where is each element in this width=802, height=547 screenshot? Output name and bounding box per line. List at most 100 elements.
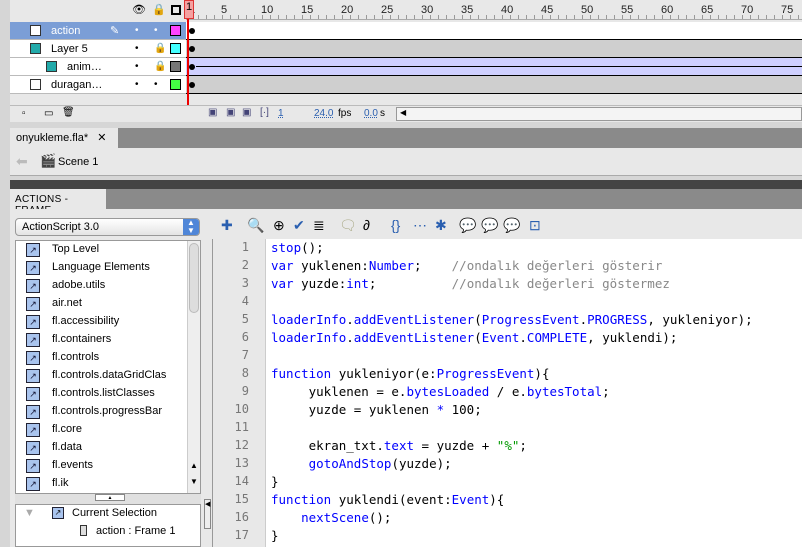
keyframe[interactable] xyxy=(189,28,195,34)
new-folder-icon[interactable]: ▭ xyxy=(44,108,53,119)
auto-format-icon[interactable]: ≣ xyxy=(313,217,325,234)
block-comment-icon[interactable]: 💬 xyxy=(459,217,476,234)
language-select[interactable]: ActionScript 3.0 ▲ ▼ xyxy=(15,218,200,236)
code-line[interactable]: yuklenen = e.bytesLoaded / e.bytesTotal; xyxy=(271,384,610,399)
collapse-pane-button[interactable]: ◀ xyxy=(204,499,211,529)
keyframe[interactable] xyxy=(189,82,195,88)
expand-triangle-icon[interactable]: ▼ xyxy=(24,507,35,519)
check-syntax-icon[interactable]: ✔ xyxy=(293,217,305,234)
visible-dot[interactable]: • xyxy=(135,43,139,54)
close-icon[interactable]: ✕ xyxy=(97,132,106,144)
new-layer-icon[interactable]: ▫ xyxy=(22,108,26,119)
code-line[interactable]: var yuklenen:Number; //ondalık değerleri… xyxy=(271,258,662,273)
eye-icon[interactable]: 👁 xyxy=(132,3,146,16)
script-editor[interactable]: 1 2 3 4 5 6 7 8 9 10 11 12 13 14 15 16 17 stop(); var yuk… xyxy=(212,239,802,547)
pane-splitter[interactable]: ▲ xyxy=(15,494,201,504)
code-line[interactable]: stop(); xyxy=(271,240,324,255)
code-line[interactable]: } xyxy=(271,474,279,489)
toolbox-item[interactable]: ↗ fl.controls.listClasses xyxy=(16,385,188,403)
timeline-hscrollbar[interactable]: ◀ xyxy=(396,107,802,121)
document-tab[interactable]: onyukleme.fla* ✕ xyxy=(10,128,118,148)
onion-skin-icon[interactable]: ▣ xyxy=(208,107,217,118)
toolbox-item[interactable]: ↗ air.net xyxy=(16,295,188,313)
code-line[interactable]: nextScene(); xyxy=(271,510,391,525)
scene-name[interactable]: Scene 1 xyxy=(58,156,98,168)
code-line[interactable]: ekran_txt.text = yuzde + "%"; xyxy=(271,438,527,453)
code-line[interactable]: gotoAndStop(yuzde); xyxy=(271,456,452,471)
frame-ruler[interactable]: 151015202530354045505560657075 xyxy=(186,0,802,20)
lock-icon[interactable]: 🔒 xyxy=(154,61,166,72)
layer-row[interactable]: anim… • 🔒 xyxy=(10,58,186,76)
outline-color-swatch[interactable] xyxy=(170,79,181,90)
expand-all-icon[interactable]: ✱ xyxy=(435,217,447,234)
code-line[interactable]: loaderInfo.addEventListener(Event.COMPLE… xyxy=(271,330,677,345)
trash-icon[interactable]: 🗑 xyxy=(62,107,75,118)
code-line[interactable]: var yuzde:int; //ondalık değerleri göste… xyxy=(271,276,670,291)
code-line[interactable]: yuzde = yuklenen * 100; xyxy=(271,402,482,417)
layer-row[interactable]: Layer 5 • 🔒 xyxy=(10,40,186,58)
remove-comment-icon[interactable]: 💬 xyxy=(503,217,520,234)
onion-outline-icon[interactable]: ▣ xyxy=(226,107,235,118)
scroll-thumb[interactable] xyxy=(189,243,199,313)
target-path-icon[interactable]: ⊕ xyxy=(273,217,285,234)
layer-frames[interactable] xyxy=(186,76,802,94)
outline-color-swatch[interactable] xyxy=(170,25,181,36)
lock-dot[interactable]: • xyxy=(154,25,158,36)
lock-dot[interactable]: • xyxy=(154,79,158,90)
layer-row[interactable]: duragan… • • xyxy=(10,76,186,94)
keyframe[interactable] xyxy=(189,64,195,70)
lock-icon[interactable]: 🔒 xyxy=(154,43,166,54)
code-line[interactable]: function yukleniyor(e:ProgressEvent){ xyxy=(271,366,549,381)
toolbox-item[interactable]: ↗ fl.ik xyxy=(16,475,188,493)
visible-dot[interactable]: • xyxy=(135,79,139,90)
toolbox-scrollbar[interactable]: ▲ ▼ xyxy=(187,241,200,493)
outline-color-swatch[interactable] xyxy=(170,61,181,72)
lock-icon[interactable]: 🔒 xyxy=(152,3,166,16)
toolbox-item[interactable]: ↗ fl.events xyxy=(16,457,188,475)
collapse-selection-icon[interactable]: ⋯ xyxy=(413,217,427,234)
visible-dot[interactable]: • xyxy=(135,61,139,72)
outline-icon[interactable] xyxy=(171,5,181,15)
visible-dot[interactable]: • xyxy=(135,25,139,36)
toolbox-item[interactable]: ↗ fl.controls xyxy=(16,349,188,367)
toolbox-item[interactable]: ↗ fl.containers xyxy=(16,331,188,349)
toolbox-item[interactable]: ↗ fl.core xyxy=(16,421,188,439)
code-line[interactable]: loaderInfo.addEventListener(ProgressEven… xyxy=(271,312,753,327)
code-hint-icon[interactable]: 🗨 xyxy=(339,217,357,234)
toolbox-item[interactable]: ↗ adobe.utils xyxy=(16,277,188,295)
debug-options-icon[interactable]: ∂ xyxy=(363,217,370,233)
keyframe[interactable] xyxy=(189,46,195,52)
toolbox-item[interactable]: ↗ fl.controls.dataGridClas xyxy=(16,367,188,385)
actions-tab[interactable]: ACTIONS - FRAME xyxy=(10,189,106,216)
current-frame[interactable]: 1 xyxy=(278,108,284,119)
code-line[interactable]: } xyxy=(271,528,279,543)
outline-color-swatch[interactable] xyxy=(170,43,181,54)
show-hide-toolbox-icon[interactable]: ⊡ xyxy=(529,217,541,234)
layer-frames[interactable] xyxy=(186,22,802,40)
layer-frames[interactable] xyxy=(186,58,802,76)
collapse-braces-icon[interactable]: {} xyxy=(391,217,400,233)
panel-grip[interactable] xyxy=(10,180,802,189)
scroll-down-icon[interactable]: ▼ xyxy=(190,477,198,486)
current-selection-label[interactable]: Current Selection xyxy=(72,507,157,519)
code-line[interactable]: function yuklendi(event:Event){ xyxy=(271,492,504,507)
edit-multiple-icon[interactable]: ▣ xyxy=(242,107,251,118)
add-statement-icon[interactable]: ✚ xyxy=(221,217,233,234)
layer-frames[interactable] xyxy=(186,40,802,58)
onion-markers-icon[interactable]: [·] xyxy=(260,107,269,118)
toolbox-item[interactable]: ↗ Top Level xyxy=(16,241,188,259)
splitter-up-icon[interactable]: ▲ xyxy=(95,494,125,501)
scroll-up-icon[interactable]: ▲ xyxy=(190,461,198,470)
toolbox-item[interactable]: ↗ fl.data xyxy=(16,439,188,457)
playhead-handle[interactable]: 1 xyxy=(184,0,194,19)
line-comment-icon[interactable]: 💬 xyxy=(481,217,498,234)
find-icon[interactable]: 🔍 xyxy=(247,217,264,234)
time-value[interactable]: 0.0 xyxy=(364,108,378,119)
back-arrow-icon[interactable]: ⬅ xyxy=(16,153,28,170)
toolbox-item[interactable]: ↗ fl.accessibility xyxy=(16,313,188,331)
layer-row[interactable]: action ✎ • • xyxy=(10,22,186,40)
toolbox-item[interactable]: ↗ fl.controls.progressBar xyxy=(16,403,188,421)
toolbox-item[interactable]: ↗ Language Elements xyxy=(16,259,188,277)
selection-item[interactable]: action : Frame 1 xyxy=(96,525,175,537)
fps-value[interactable]: 24.0 xyxy=(314,108,333,119)
